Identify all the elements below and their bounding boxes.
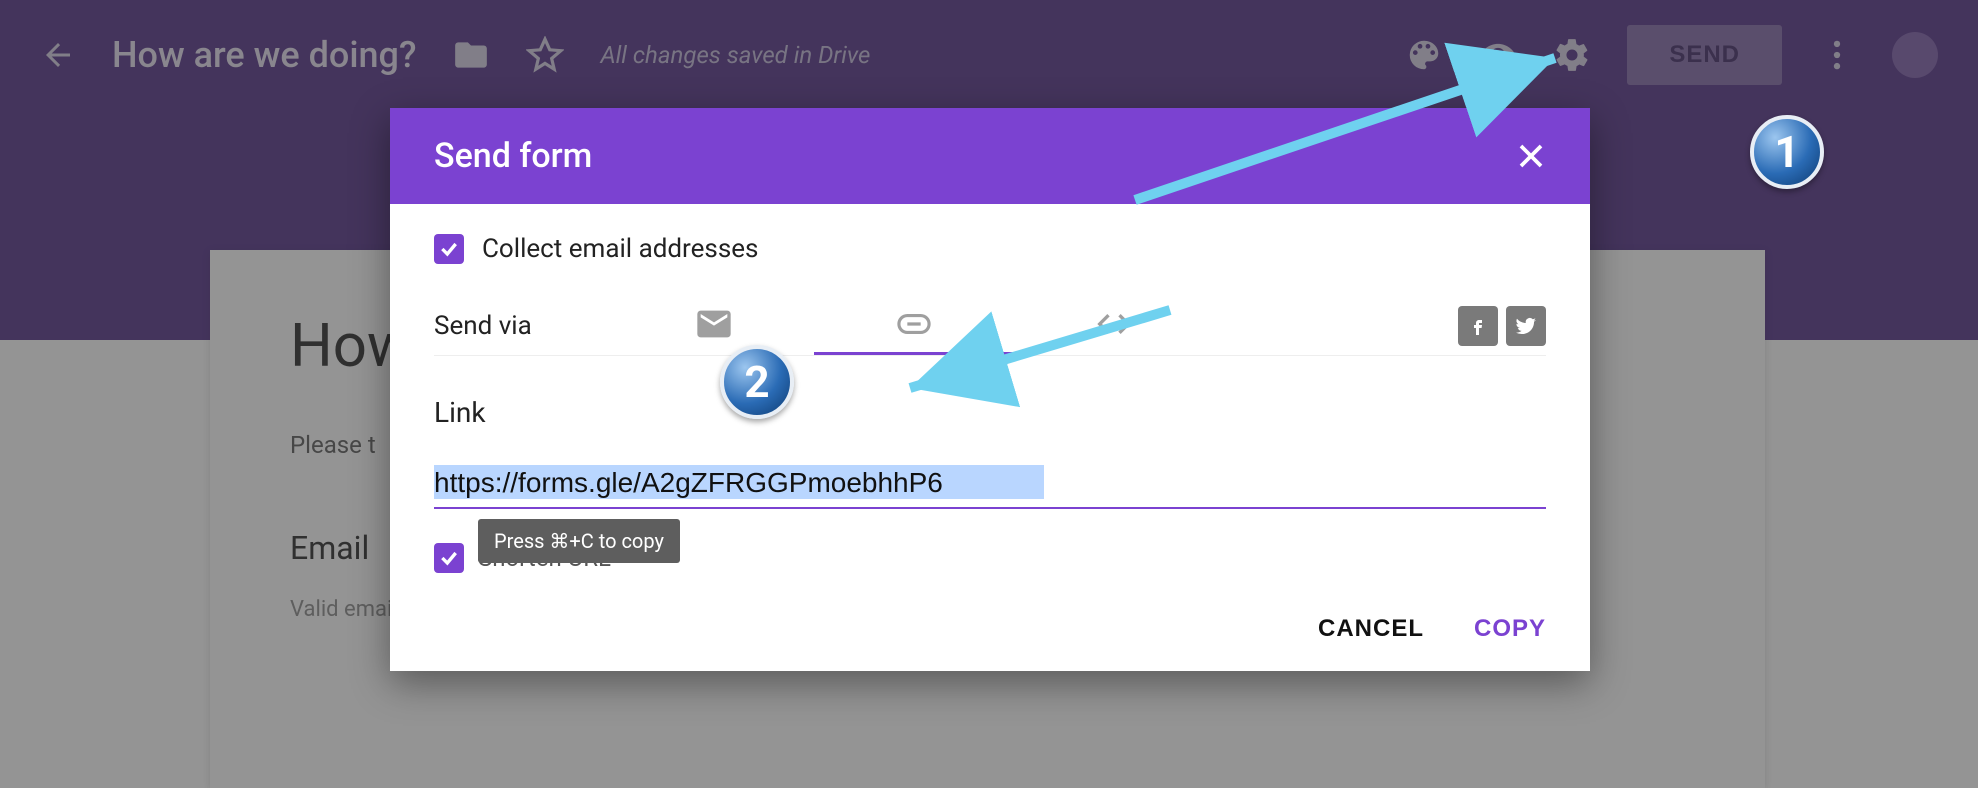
mail-icon xyxy=(694,304,734,344)
link-icon xyxy=(894,304,934,344)
cancel-button[interactable]: CANCEL xyxy=(1318,615,1424,643)
facebook-icon xyxy=(1466,314,1490,338)
link-section-label: Link xyxy=(434,396,1546,429)
collect-emails-label: Collect email addresses xyxy=(482,234,758,264)
send-via-tabs-row: Send via xyxy=(434,296,1546,356)
dialog-title: Send form xyxy=(434,136,592,176)
collect-emails-checkbox[interactable] xyxy=(434,234,464,264)
close-icon[interactable] xyxy=(1516,141,1546,171)
send-form-dialog: Send form Collect email addresses Send v… xyxy=(390,108,1590,671)
link-url-input[interactable] xyxy=(434,463,1546,509)
send-via-link-tab[interactable] xyxy=(814,296,1014,355)
copy-hint-tooltip: Press ⌘+C to copy xyxy=(478,519,680,563)
share-facebook-button[interactable] xyxy=(1458,306,1498,346)
copy-button[interactable]: COPY xyxy=(1474,615,1546,643)
twitter-icon xyxy=(1514,314,1538,338)
share-twitter-button[interactable] xyxy=(1506,306,1546,346)
send-via-email-tab[interactable] xyxy=(614,296,814,355)
dialog-header: Send form xyxy=(390,108,1590,204)
send-via-embed-tab[interactable] xyxy=(1014,296,1214,355)
collect-emails-row: Collect email addresses xyxy=(434,234,1546,264)
annotation-badge-1: 1 xyxy=(1750,115,1824,189)
shorten-url-checkbox[interactable] xyxy=(434,543,464,573)
annotation-badge-2: 2 xyxy=(720,345,794,419)
embed-icon xyxy=(1094,304,1134,344)
dialog-actions: CANCEL COPY xyxy=(390,597,1590,671)
send-via-label: Send via xyxy=(434,311,614,341)
